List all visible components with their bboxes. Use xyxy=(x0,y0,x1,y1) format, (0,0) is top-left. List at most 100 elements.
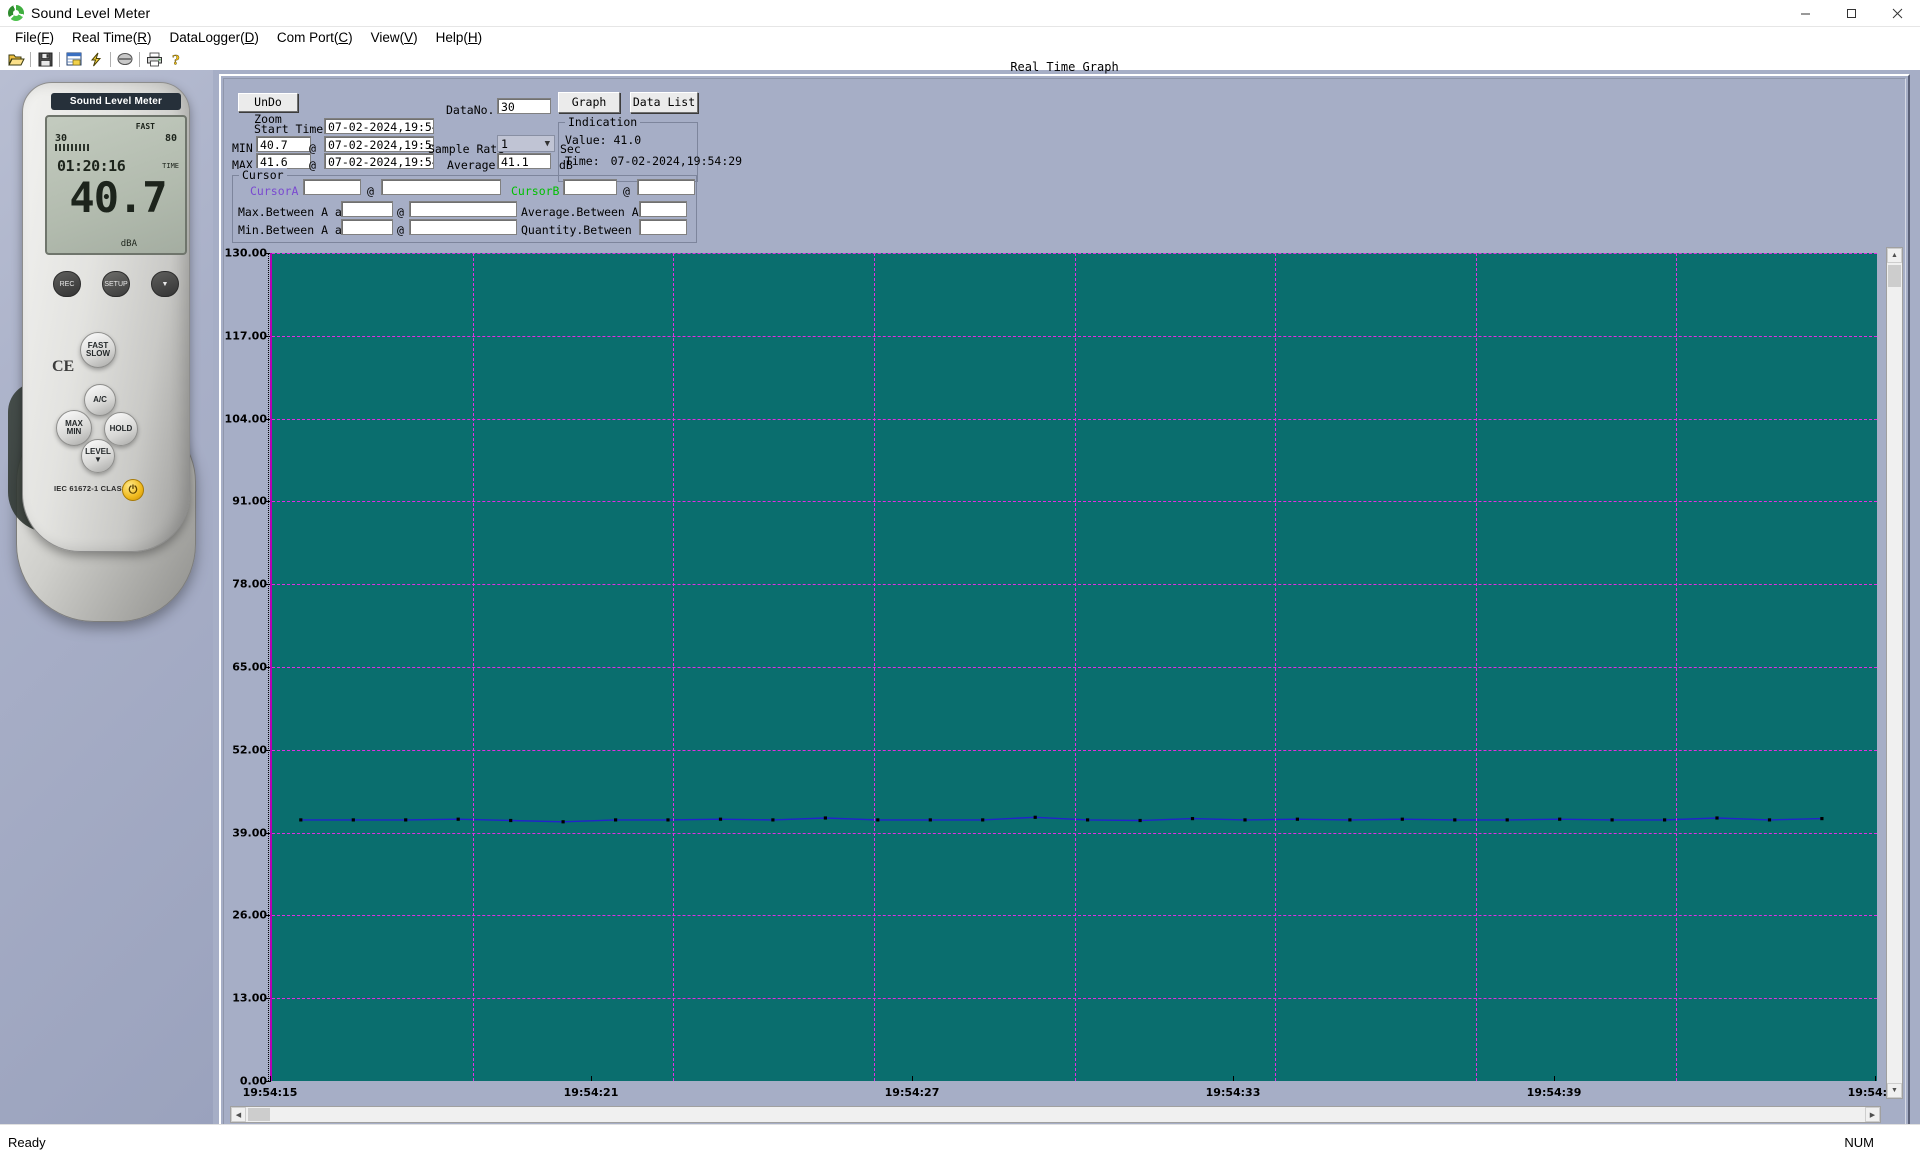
indication-group-label: Indication xyxy=(565,115,641,129)
x-axis-tick xyxy=(1233,1076,1234,1081)
data-list-button[interactable]: Data List xyxy=(630,92,698,113)
undo-zoom-button[interactable]: UnDo Zoom xyxy=(238,93,298,126)
y-axis-tick-label: 117.00 xyxy=(224,329,267,343)
x-axis-tick xyxy=(912,1076,913,1081)
scroll-left-arrow-icon[interactable]: ◀ xyxy=(231,1107,246,1122)
menu-help-key: H xyxy=(467,29,478,45)
minimize-button[interactable] xyxy=(1782,0,1828,27)
sample-rate-select[interactable]: 1 ▼ xyxy=(497,135,555,152)
status-num-indicator: NUM xyxy=(1844,1134,1874,1150)
measurement-controls: UnDo Zoom Start Time 07-02-2024,19:54:15… xyxy=(232,89,742,254)
min-value-field[interactable]: 40.7 xyxy=(256,136,311,152)
y-axis-tick-label: 130.00 xyxy=(224,246,267,260)
help-question-icon[interactable]: ? xyxy=(165,49,187,69)
scroll-up-arrow-icon[interactable]: ▲ xyxy=(1887,248,1902,263)
menu-datalogger[interactable]: DataLogger(D) xyxy=(161,28,268,48)
status-message: Ready xyxy=(8,1134,46,1150)
min-between-field[interactable] xyxy=(341,219,393,235)
min-time-field[interactable]: 07-02-2024,19:54:20 xyxy=(324,136,434,152)
avg-between-field[interactable] xyxy=(639,201,687,217)
device-setup-button[interactable]: SETUP xyxy=(102,271,130,297)
max-between-at-symbol: @ xyxy=(397,205,404,219)
device-hold-button[interactable]: HOLD xyxy=(104,412,138,446)
device-hold-label: HOLD xyxy=(109,423,133,433)
device-rec-button[interactable]: REC xyxy=(53,271,81,297)
vertical-scroll-thumb[interactable] xyxy=(1888,265,1901,287)
start-time-field[interactable]: 07-02-2024,19:54:15 xyxy=(324,118,434,134)
cursor-a-value-field[interactable] xyxy=(303,179,361,195)
lightning-realtime-icon[interactable] xyxy=(85,49,107,69)
graph-window-inner: Real Time Graph UnDo Zoom Start Time 07-… xyxy=(223,60,1906,1128)
menu-file[interactable]: File(F) xyxy=(6,28,63,48)
indication-time-row: Time: 07-02-2024,19:54:29 xyxy=(565,154,742,168)
x-axis-tick-label: 19:54:15 xyxy=(242,1086,298,1099)
max-value-field[interactable]: 41.6 xyxy=(256,153,311,169)
save-floppy-icon[interactable] xyxy=(34,49,56,69)
menu-real-time-key: R xyxy=(137,29,148,45)
average-label: Average xyxy=(447,158,496,172)
cursor-b-time-field[interactable] xyxy=(637,179,695,195)
chart-plot-area[interactable]: 0.00 13.00 26.00 39.00 52.00 65.00 78.00 91.00 1… xyxy=(225,247,1903,1100)
toolbar-separator-2 xyxy=(56,50,63,68)
menu-com-port[interactable]: Com Port(C) xyxy=(268,28,362,48)
max-at-symbol: @ xyxy=(309,158,316,172)
x-axis-tick xyxy=(591,1076,592,1081)
device-maxmin-button[interactable]: MAX MIN xyxy=(56,410,92,446)
toolbar-separator-4 xyxy=(136,50,143,68)
device-ac-label: A/C xyxy=(93,394,107,404)
horizontal-scrollbar[interactable]: ◀ ▶ xyxy=(230,1106,1881,1123)
sound-level-meter-device: Sound Level Meter FAST 30 80 01:20:16 TI… xyxy=(8,82,200,622)
data-table-icon[interactable] xyxy=(63,49,85,69)
cursor-b-at-symbol: @ xyxy=(623,184,630,198)
lcd-range-high: 80 xyxy=(164,133,177,144)
device-upper-body: Sound Level Meter FAST 30 80 01:20:16 TI… xyxy=(22,82,190,552)
app-recycle-icon xyxy=(7,4,25,22)
window-title: Sound Level Meter xyxy=(31,5,151,21)
cursor-a-time-field[interactable] xyxy=(381,179,501,195)
lcd-range-low: 30 xyxy=(55,133,68,144)
device-level-button[interactable]: LEVEL ▼ xyxy=(81,439,115,473)
device-ce-mark: CE xyxy=(52,358,75,375)
device-fast-slow-button[interactable]: FAST SLOW xyxy=(80,332,116,368)
max-time-field[interactable]: 07-02-2024,19:54:43 xyxy=(324,153,434,169)
max-between-field[interactable] xyxy=(341,201,393,217)
client-area: Sound Level Meter FAST 30 80 01:20:16 TI… xyxy=(0,60,1920,1140)
device-level-arrow: ▼ xyxy=(94,455,102,464)
device-power-button[interactable]: ⏻ xyxy=(122,479,144,501)
scroll-right-arrow-icon[interactable]: ▶ xyxy=(1865,1107,1880,1122)
vertical-scrollbar[interactable]: ▲ ▼ xyxy=(1886,247,1903,1099)
menu-view[interactable]: View(V) xyxy=(362,28,427,48)
y-axis-tick-label: 78.00 xyxy=(232,577,267,591)
device-ac-button[interactable]: A/C xyxy=(84,384,116,416)
open-folder-icon[interactable] xyxy=(5,49,27,69)
close-button[interactable] xyxy=(1874,0,1920,27)
y-axis: 0.00 13.00 26.00 39.00 52.00 65.00 78.00 91.00 1… xyxy=(225,247,271,1088)
maximize-button[interactable] xyxy=(1828,0,1874,27)
horizontal-scroll-thumb[interactable] xyxy=(248,1108,270,1121)
cursor-b-value-field[interactable] xyxy=(563,179,617,195)
average-field[interactable]: 41.1 xyxy=(497,153,551,169)
lcd-unit: dBA xyxy=(120,239,137,249)
grid-line-vertical xyxy=(673,253,675,1081)
x-axis-tick xyxy=(1554,1076,1555,1081)
stop-icon[interactable] xyxy=(114,49,136,69)
menu-help[interactable]: Help(H) xyxy=(427,28,492,48)
device-down-button[interactable]: ▼ xyxy=(151,271,179,297)
max-between-time-field[interactable] xyxy=(409,201,517,217)
printer-icon[interactable] xyxy=(143,49,165,69)
scroll-down-arrow-icon[interactable]: ▼ xyxy=(1887,1083,1902,1098)
menu-file-close: ) xyxy=(49,29,55,45)
data-no-field[interactable]: 30 xyxy=(497,98,551,114)
graph-button[interactable]: Graph xyxy=(558,92,620,113)
menu-datalogger-text: DataLogger( xyxy=(169,29,245,45)
qty-between-field[interactable] xyxy=(639,219,687,235)
menu-real-time[interactable]: Real Time(R) xyxy=(63,28,161,48)
min-label: MIN xyxy=(232,141,253,155)
indication-group: Indication Value: 41.0 Time: 07-02-2024,… xyxy=(558,115,742,182)
y-axis-tick-label: 39.00 xyxy=(232,826,267,840)
chart-canvas[interactable] xyxy=(270,253,1877,1081)
cursor-b-label: CursorB xyxy=(511,184,560,198)
menu-file-key: F xyxy=(41,29,50,45)
min-between-time-field[interactable] xyxy=(409,219,517,235)
grid-line-vertical xyxy=(1275,253,1277,1081)
